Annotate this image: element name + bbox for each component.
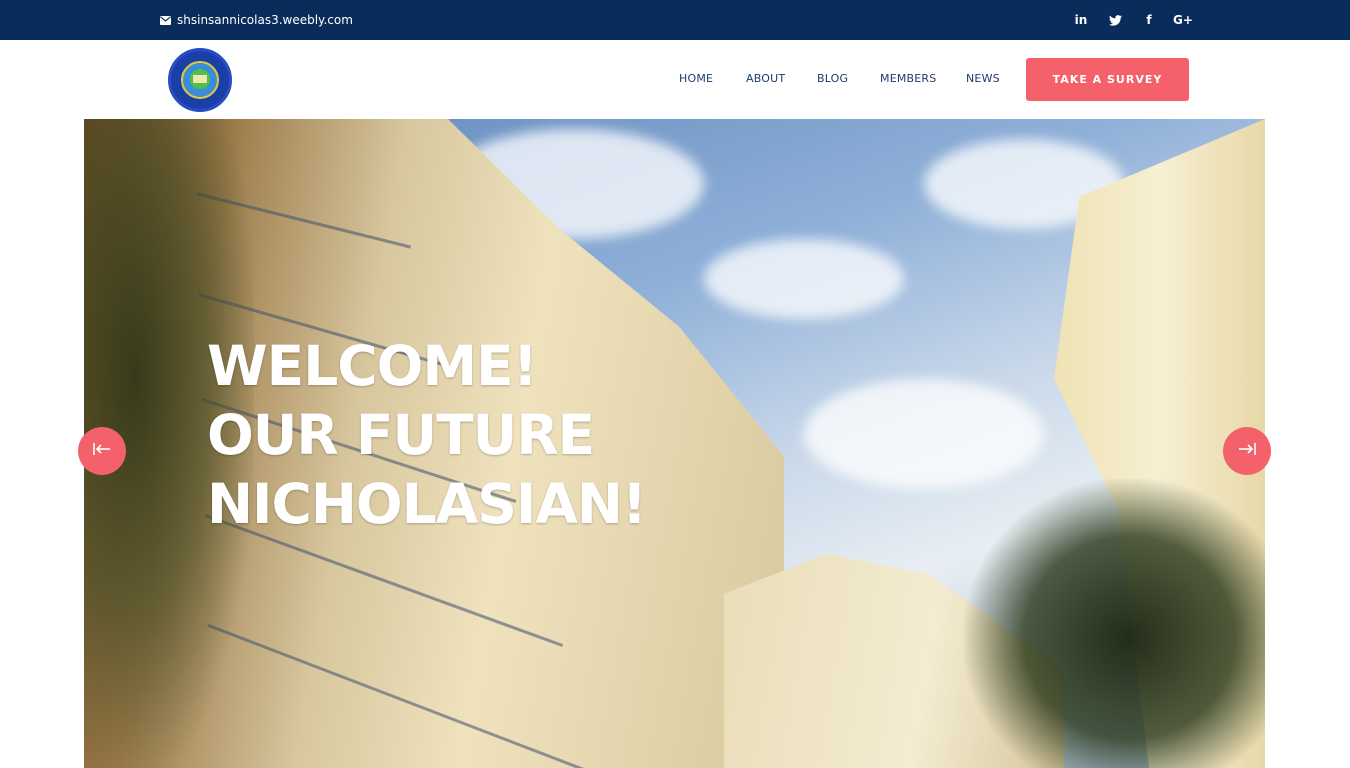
hero-title-line: OUR FUTURE (207, 403, 595, 467)
slider-prev-button[interactable] (78, 427, 126, 475)
social-links: in f G+ (1074, 12, 1193, 28)
google-plus-icon[interactable]: G+ (1173, 12, 1193, 28)
site-header: HOME ABOUT BLOG MEMBERS NEWS TAKE A SURV… (0, 40, 1350, 119)
school-seal-logo[interactable] (168, 48, 232, 112)
top-bar: shsinsannicolas3.weebly.com in f G+ (0, 0, 1350, 40)
arrow-right-to-bar-icon (1237, 441, 1257, 462)
nav-members[interactable]: MEMBERS (880, 72, 936, 85)
facebook-icon[interactable]: f (1142, 12, 1156, 28)
nav-home[interactable]: HOME (679, 72, 713, 85)
linkedin-icon[interactable]: in (1074, 12, 1088, 28)
twitter-icon[interactable] (1108, 12, 1122, 28)
arrow-left-to-bar-icon (92, 441, 112, 462)
contact-email[interactable]: shsinsannicolas3.weebly.com (160, 12, 353, 28)
hero-title-line: NICHOLASIAN! (207, 472, 647, 536)
take-survey-button[interactable]: TAKE A SURVEY (1026, 58, 1189, 101)
nav-blog[interactable]: BLOG (817, 72, 848, 85)
hero-tree-right (964, 479, 1265, 768)
nav-about[interactable]: ABOUT (746, 72, 785, 85)
hero-title-line: WELCOME! (207, 334, 538, 398)
cloud (704, 239, 904, 319)
slider-next-button[interactable] (1223, 427, 1271, 475)
hero-slider: WELCOME! OUR FUTURE NICHOLASIAN! (84, 119, 1265, 768)
nav-news[interactable]: NEWS (966, 72, 1000, 85)
logo-book (193, 75, 207, 83)
cloud (804, 379, 1044, 489)
hero-title: WELCOME! OUR FUTURE NICHOLASIAN! (207, 332, 687, 539)
email-text: shsinsannicolas3.weebly.com (177, 13, 353, 27)
envelope-icon (160, 15, 171, 25)
